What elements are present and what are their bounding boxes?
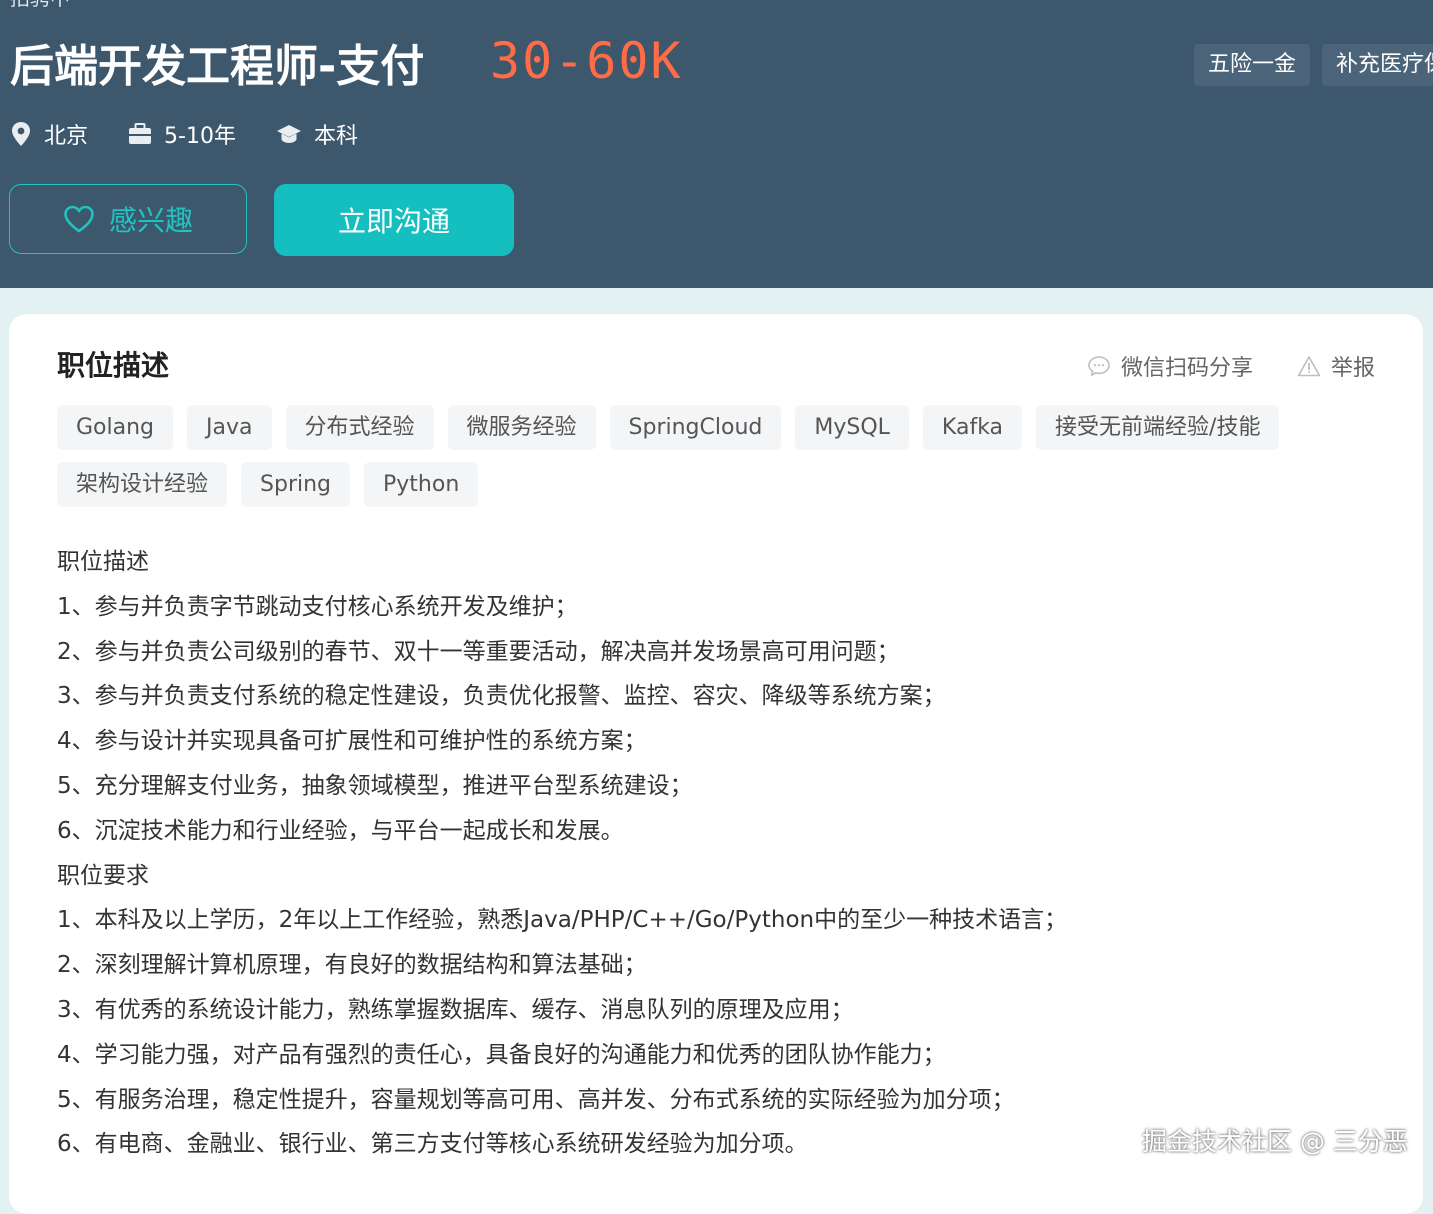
heart-icon bbox=[64, 205, 94, 233]
skill-tag: 微服务经验 bbox=[447, 405, 596, 450]
job-title: 后端开发工程师-支付 bbox=[10, 41, 425, 92]
chat-now-button-label: 立即沟通 bbox=[337, 205, 450, 238]
skill-tag: Kafka bbox=[922, 405, 1023, 450]
requirement-line: 1、本科及以上学历，2年以上工作经验，熟悉Java/PHP/C++/Go/Pyt… bbox=[57, 907, 1068, 934]
requirement-line: 3、有优秀的系统设计能力，熟练掌握数据库、缓存、消息队列的原理及应用； bbox=[57, 996, 854, 1023]
job-detail-card: 职位描述 微信扫码分享 举报 Golang Java 分布式经验 微服务经验 S… bbox=[9, 314, 1423, 1214]
skill-tag: Spring bbox=[241, 462, 351, 507]
requirement-line: 4、学习能力强，对产品有强烈的责任心，具备良好的沟通能力和优秀的团队协作能力； bbox=[57, 1041, 946, 1068]
skill-tag: SpringCloud bbox=[609, 405, 782, 450]
education-text: 本科 bbox=[313, 124, 358, 149]
graduation-cap-icon bbox=[276, 125, 301, 143]
location-text: 北京 bbox=[44, 124, 89, 149]
card-actions: 微信扫码分享 举报 bbox=[1043, 350, 1375, 382]
skill-tag: 分布式经验 bbox=[285, 405, 434, 450]
skill-tag: 接受无前端经验/技能 bbox=[1036, 405, 1280, 450]
skill-tag: Golang bbox=[57, 405, 174, 450]
salary: 30-60K bbox=[490, 32, 683, 90]
report-link[interactable]: 举报 bbox=[1297, 350, 1375, 382]
section-title: 职位描述 bbox=[57, 349, 170, 382]
header-top-text: 招骋中 bbox=[10, 0, 70, 8]
chat-now-button[interactable]: 立即沟通 bbox=[274, 184, 514, 256]
description-heading: 职位描述 bbox=[57, 549, 149, 575]
requirement-line: 2、深刻理解计算机原理，有良好的数据结构和算法基础； bbox=[57, 952, 647, 979]
job-meta: 北京 5-10年 本科 bbox=[10, 118, 398, 150]
description-line: 4、参与设计并实现具备可扩展性和可维护性的系统方案； bbox=[57, 728, 647, 755]
skill-tag-list: Golang Java 分布式经验 微服务经验 SpringCloud MySQ… bbox=[57, 405, 1297, 507]
requirement-line: 5、有服务治理，稳定性提升，容量规划等高可用、高并发、分布式系统的实际经验为加分… bbox=[57, 1086, 1015, 1113]
job-header: 招骋中 后端开发工程师-支付 30-60K 五险一金 补充医疗保 北京 5-10… bbox=[0, 0, 1433, 288]
experience-text: 5-10年 bbox=[164, 124, 236, 149]
education-item: 本科 bbox=[276, 118, 358, 150]
skill-tag: Python bbox=[364, 462, 479, 507]
job-description-text: 职位描述 1、参与并负责字节跳动支付核心系统开发及维护； 2、参与并负责公司级别… bbox=[57, 540, 1357, 1167]
description-line: 6、沉淀技术能力和行业经验，与平台一起成长和发展。 bbox=[57, 817, 624, 844]
description-line: 1、参与并负责字节跳动支付核心系统开发及维护； bbox=[57, 593, 578, 620]
description-line: 2、参与并负责公司级别的春节、双十一等重要活动，解决高并发场景高可用问题； bbox=[57, 638, 900, 665]
warning-icon bbox=[1297, 356, 1321, 377]
location-pin-icon bbox=[12, 122, 30, 146]
skill-tag: Java bbox=[187, 405, 272, 450]
briefcase-icon bbox=[129, 123, 152, 144]
skill-tag: 架构设计经验 bbox=[57, 462, 228, 507]
wechat-share-link[interactable]: 微信扫码分享 bbox=[1087, 350, 1253, 382]
wechat-share-label: 微信扫码分享 bbox=[1120, 356, 1253, 381]
requirements-heading: 职位要求 bbox=[57, 862, 149, 889]
skill-tag: MySQL bbox=[795, 405, 909, 450]
benefit-list: 五险一金 补充医疗保 bbox=[1194, 44, 1433, 86]
benefit-tag: 五险一金 bbox=[1194, 44, 1311, 86]
report-label: 举报 bbox=[1330, 356, 1375, 381]
location-item: 北京 bbox=[10, 118, 88, 150]
description-line: 3、参与并负责支付系统的稳定性建设，负责优化报警、监控、容灾、降级等系统方案； bbox=[57, 683, 946, 710]
chat-bubble-icon bbox=[1088, 356, 1110, 377]
description-line: 5、充分理解支付业务，抽象领域模型，推进平台型系统建设； bbox=[57, 772, 693, 799]
watermark: 掘金技术社区 @ 三分恶 bbox=[1142, 1127, 1408, 1156]
experience-item: 5-10年 bbox=[128, 118, 236, 150]
interest-button-label: 感兴趣 bbox=[108, 204, 193, 237]
benefit-tag: 补充医疗保 bbox=[1322, 44, 1433, 86]
interest-button[interactable]: 感兴趣 bbox=[9, 184, 247, 254]
